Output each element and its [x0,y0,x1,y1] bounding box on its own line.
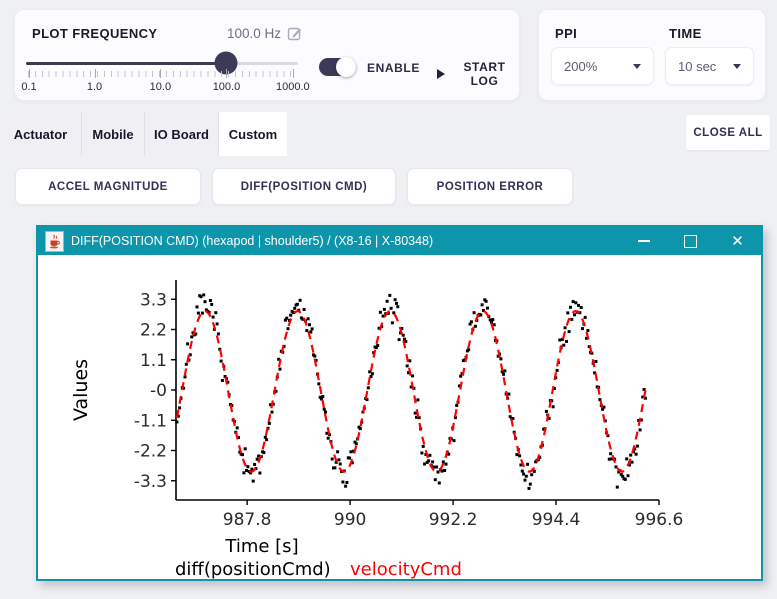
time-value: 10 sec [678,58,717,74]
position-error-button[interactable]: POSITION ERROR [407,168,573,205]
minimize-button[interactable] [620,227,667,255]
legend-velocityCmd: velocityCmd [350,559,462,579]
ppi-label: PPI [555,26,578,41]
enable-label: ENABLE [367,61,420,75]
slider-major-tick [160,69,162,78]
x-tick-label: 994.4 [532,510,581,530]
chevron-down-icon [733,63,741,69]
window-titlebar[interactable]: DIFF(POSITION CMD) (hexapod | shoulder5)… [38,227,761,255]
slider-tick-label: 100.0 [212,81,241,93]
y-axis-label: Values [70,359,92,421]
slider-minor-ticks [28,71,296,77]
close-all-button[interactable]: CLOSE ALL [686,115,770,150]
plot-frequency-title: PLOT FREQUENCY [32,26,158,41]
plot-window: DIFF(POSITION CMD) (hexapod | shoulder5)… [36,225,763,581]
slider-fill [26,62,227,65]
x-tick-label: 996.6 [635,510,684,530]
slider-track[interactable] [26,51,298,75]
time-label: TIME [669,26,702,41]
start-log-label: START LOG [463,60,506,88]
slider-tick-label: 10.0 [149,81,172,93]
y-tick-label: -0 [150,381,167,401]
y-tick-label: 3.3 [140,290,167,310]
slider-major-tick [292,69,294,78]
frequency-slider[interactable]: 0.1 1.0 10.0 100.0 1000.0 [21,51,310,96]
slider-major-tick [94,69,96,78]
app-root: PLOT FREQUENCY 100.0 Hz 0.1 1.0 10.0 100.0 1… [0,0,777,599]
toggle-knob [336,57,356,77]
close-button[interactable]: ✕ [714,227,761,255]
x-axis-label: Time [s] [224,536,298,557]
y-tick-label: -1.1 [134,411,167,431]
window-title: DIFF(POSITION CMD) (hexapod | shoulder5)… [71,234,434,248]
close-icon: ✕ [731,231,744,250]
time-dropdown[interactable]: 10 sec [665,47,754,85]
maximize-icon [684,234,697,248]
tab-actuator[interactable]: Actuator [0,112,82,156]
enable-toggle[interactable] [319,57,356,77]
accel-magnitude-button[interactable]: ACCEL MAGNITUDE [15,168,201,205]
tab-mobile[interactable]: Mobile [82,112,145,156]
x-tick-label: 987.8 [223,510,272,530]
ppi-value: 200% [564,58,598,74]
chevron-down-icon [633,63,641,69]
play-icon [437,69,445,79]
series-diff-positionCmd [175,293,647,490]
edit-icon[interactable] [287,25,303,41]
maximize-button[interactable] [667,227,714,255]
slider-major-tick [28,69,30,78]
y-tick-label: 1.1 [140,351,167,371]
chart-plot-area[interactable]: 3.3 2.2 1.1 -0 -1.1 -2.2 -3.3 987.8 990 992.2 994.… [38,255,761,579]
y-tick-label: -2.2 [134,442,167,462]
tab-io-board[interactable]: IO Board [145,112,219,156]
java-coffee-icon [45,230,64,252]
display-settings-panel: PPI TIME 200% 10 sec [538,9,766,101]
start-log-button[interactable]: START LOG [435,58,519,90]
slider-tick-label: 1.0 [86,81,103,93]
ppi-dropdown[interactable]: 200% [551,47,654,85]
plot-frequency-panel: PLOT FREQUENCY 100.0 Hz 0.1 1.0 10.0 100.0 1… [14,9,520,101]
diff-position-cmd-button[interactable]: DIFF(POSITION CMD) [212,168,396,205]
slider-tick-label: 0.1 [21,81,37,93]
x-tick-label: 992.2 [429,510,478,530]
y-tick-label: 2.2 [140,321,167,341]
y-tick-label: -3.3 [134,472,167,492]
slider-major-tick [226,69,228,78]
tab-bar: Actuator Mobile IO Board Custom CLOSE AL… [0,112,777,156]
slider-tick-label: 1000.0 [276,81,310,93]
minimize-icon [637,240,650,242]
x-tick-label: 990 [334,510,366,530]
tab-custom[interactable]: Custom [219,112,287,156]
frequency-value: 100.0 Hz [227,25,282,41]
series-velocityCmd [175,309,647,473]
legend-diff-positionCmd: diff(positionCmd) [175,559,331,579]
